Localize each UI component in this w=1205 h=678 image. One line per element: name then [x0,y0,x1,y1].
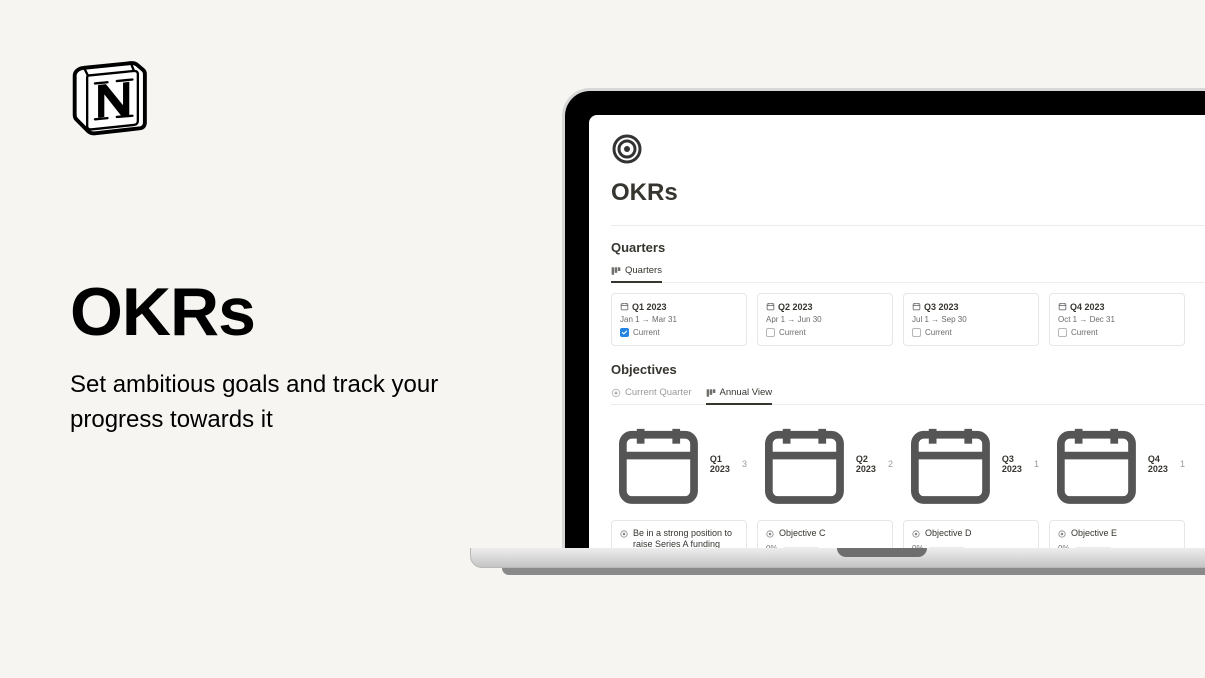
group-count: 2 [888,459,893,469]
objective-card[interactable]: Be in a strong position to raise Series … [611,520,747,548]
tab-annual-view[interactable]: Annual View [706,387,773,405]
quarter-name: Q3 2023 [924,302,959,312]
current-checkbox[interactable] [620,328,629,337]
group-quarter: Q1 2023 [710,454,734,474]
quarter-name: Q4 2023 [1070,302,1105,312]
promo-title: OKRs [70,278,470,346]
current-label: Current [779,328,806,337]
quarter-range: Apr 1 → Jun 30 [766,315,884,324]
objective-column: Q2 20232Objective C0%Objective B0% [757,415,893,548]
objectives-board: Q1 2023 3 Be in a strong position to raise… [611,415,1205,548]
objectives-heading: Objectives [611,362,1205,377]
laptop-bezel: OKRs Quarters Quarters Q1 2023 Jan 1 → Ma… [562,88,1205,548]
objective-card[interactable]: Objective C0% [757,520,893,548]
objective-card[interactable]: Objective D0% [903,520,1039,548]
objective-column: Q4 2023 1 Objective E0% [1049,415,1185,548]
board-view-icon [611,266,621,276]
divider [611,225,1205,226]
group-quarter: Q3 2023 [1002,454,1026,474]
objective-card[interactable]: Objective E0% [1049,520,1185,548]
promo-panel: OKRs Set ambitious goals and track your … [70,60,470,438]
objective-title: Be in a strong position to raise Series … [633,528,738,548]
group-header[interactable]: Q4 2023 1 [1049,415,1185,514]
quarter-card[interactable]: Q1 2023 Jan 1 → Mar 31 Current [611,293,747,346]
quarter-name: Q2 2023 [778,302,813,312]
notion-page: OKRs Quarters Quarters Q1 2023 Jan 1 → Ma… [589,115,1205,548]
quarter-range: Jul 1 → Sep 30 [912,315,1030,324]
current-label: Current [633,328,660,337]
objective-title: Objective C [779,528,826,539]
group-count: 1 [1034,459,1039,469]
group-count: 3 [742,459,747,469]
page-title: OKRs [611,179,1205,207]
objective-column: Q3 2023 1 Objective D0% [903,415,1039,548]
tab-quarters[interactable]: Quarters [611,265,662,283]
quarter-card[interactable]: Q4 2023 Oct 1 → Dec 31 Current [1049,293,1185,346]
objectives-tabs: Current Quarter Annual View [611,387,1205,405]
current-label: Current [1071,328,1098,337]
quarter-range: Oct 1 → Dec 31 [1058,315,1176,324]
promo-subtitle: Set ambitious goals and track your progr… [70,368,470,438]
notion-logo-icon [70,60,148,138]
group-quarter: Q2 2023 [856,454,880,474]
laptop-mockup: OKRs Quarters Quarters Q1 2023 Jan 1 → Ma… [562,88,1205,575]
group-quarter: Q4 2023 [1148,454,1172,474]
objective-title: Objective E [1071,528,1117,539]
laptop-base [470,548,1205,575]
current-checkbox[interactable] [912,328,921,337]
group-header[interactable]: Q3 2023 1 [903,415,1039,514]
quarter-name: Q1 2023 [632,302,667,312]
tab-current-quarter[interactable]: Current Quarter [611,387,692,405]
quarters-tabs: Quarters [611,265,1205,283]
group-header[interactable]: Q1 2023 3 [611,415,747,514]
quarter-range: Jan 1 → Mar 31 [620,315,738,324]
current-checkbox[interactable] [1058,328,1067,337]
target-small-icon [611,388,621,398]
quarters-heading: Quarters [611,240,1205,255]
group-count: 1 [1180,459,1185,469]
tab-label: Current Quarter [625,387,692,398]
board-view-icon [706,388,716,398]
current-label: Current [925,328,952,337]
tab-label: Annual View [720,387,773,398]
target-icon [611,133,1205,165]
objective-title: Objective D [925,528,972,539]
quarters-row: Q1 2023 Jan 1 → Mar 31 Current Q2 2023 Apr 1… [611,293,1205,346]
quarter-card[interactable]: Q3 2023 Jul 1 → Sep 30 Current [903,293,1039,346]
tab-label: Quarters [625,265,662,276]
group-header[interactable]: Q2 2023 2 [757,415,893,514]
objective-column: Q1 2023 3 Be in a strong position to raise… [611,415,747,548]
current-checkbox[interactable] [766,328,775,337]
quarter-card[interactable]: Q2 2023 Apr 1 → Jun 30 Current [757,293,893,346]
